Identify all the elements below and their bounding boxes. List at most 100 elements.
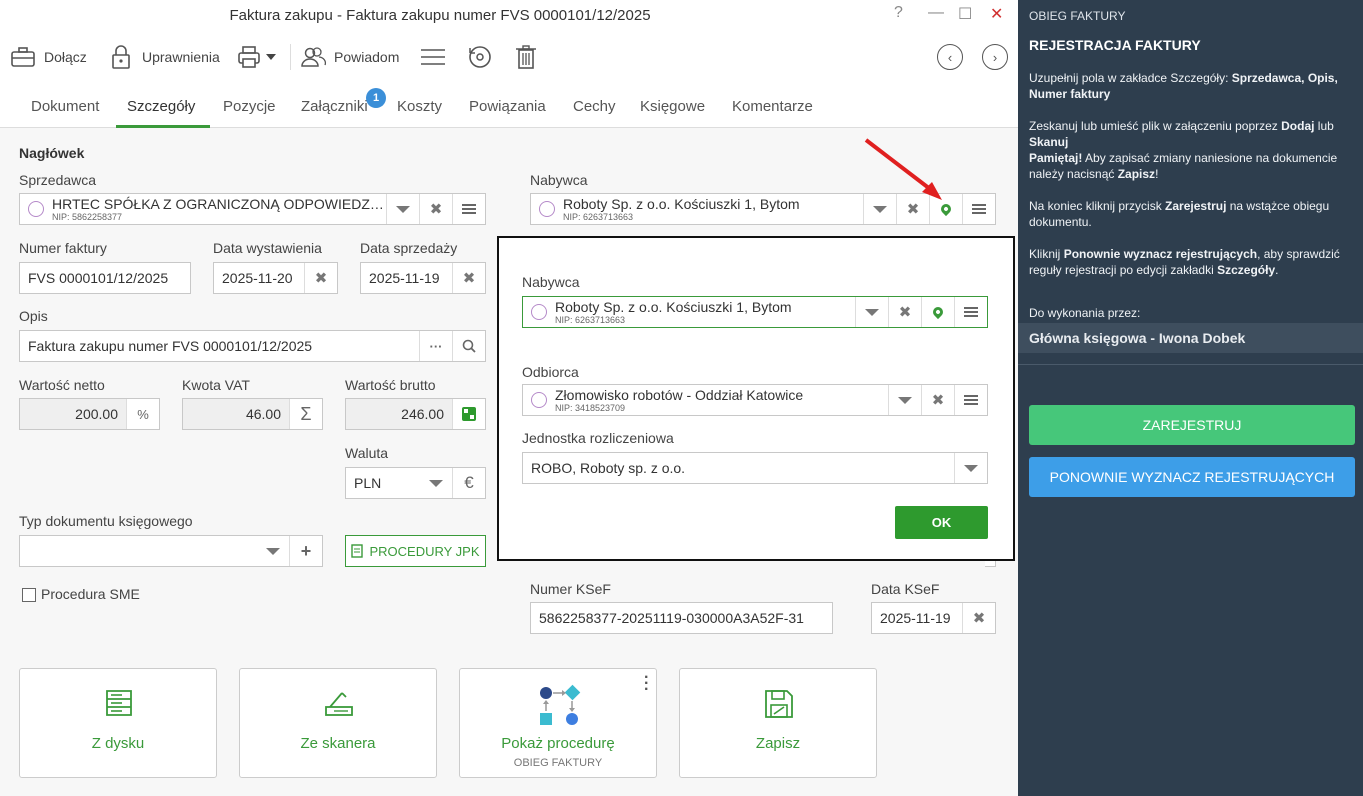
popup-buyer-name: Roboty Sp. z o.o. Kościuszki 1, Bytom [555, 298, 792, 315]
save-card[interactable]: Zapisz [679, 668, 877, 778]
ok-button[interactable]: OK [895, 506, 988, 539]
issue-date-value: 2025-11-20 [222, 270, 293, 286]
instruction-4-reassign: Ponownie wyznacz rejestrujących [1063, 247, 1258, 261]
show-procedure-sublabel: OBIEG FAKTURY [513, 757, 603, 769]
seller-field[interactable]: HRTEC SPÓŁKA Z OGRANICZONĄ ODPOWIEDZIALN… [19, 193, 486, 225]
ksef-date-clear-button[interactable]: ✖ [962, 603, 995, 633]
currency-dropdown-button[interactable] [419, 468, 452, 498]
jpk-procedures-button[interactable]: PROCEDURY JPK [345, 535, 486, 567]
seller-dropdown-button[interactable] [386, 194, 419, 224]
popup-buyer-menu-button[interactable] [954, 297, 987, 327]
net-input[interactable]: 200.00 % [19, 398, 160, 430]
title-bar: Faktura zakupu - Faktura zakupu numer FV… [0, 0, 1018, 32]
seller-clear-button[interactable]: ✖ [419, 194, 452, 224]
menu-icon [964, 307, 978, 317]
from-scanner-card[interactable]: Ze skanera [239, 668, 437, 778]
sale-date-clear-button[interactable]: ✖ [452, 263, 485, 293]
buyer-menu-button[interactable] [962, 194, 995, 224]
recipient-menu-button[interactable] [954, 385, 987, 415]
help-icon[interactable]: ? [894, 4, 903, 22]
menu-button[interactable] [420, 42, 446, 72]
toolbar-divider [290, 44, 291, 70]
gross-input[interactable]: 246.00 [345, 398, 486, 430]
instruction-4-text: Kliknij [1029, 247, 1064, 261]
calculator-button[interactable] [452, 399, 485, 429]
percent-button[interactable]: % [126, 399, 159, 429]
unit-dropdown-button[interactable] [954, 453, 987, 483]
description-input[interactable]: Faktura zakupu numer FVS 0000101/12/2025… [19, 330, 486, 362]
popup-buyer-location-button[interactable] [921, 297, 954, 327]
issue-date-clear-button[interactable]: ✖ [304, 263, 337, 293]
currency-value: PLN [354, 475, 382, 491]
tab-details[interactable]: Szczegóły [127, 98, 195, 115]
seller-menu-button[interactable] [452, 194, 485, 224]
from-disk-label: Z dysku [91, 735, 145, 752]
tab-features[interactable]: Cechy [573, 98, 616, 115]
from-disk-card[interactable]: Z dysku [19, 668, 217, 778]
notify-button[interactable]: Powiadom [300, 42, 399, 72]
chevron-down-icon [266, 54, 276, 60]
invoice-number-input[interactable]: FVS 0000101/12/2025 [19, 262, 191, 294]
delete-button[interactable] [513, 42, 539, 72]
print-button[interactable] [236, 42, 276, 72]
workflow-icon [540, 684, 581, 725]
unit-label: Jednostka rozliczeniowa [522, 430, 674, 446]
clear-icon: ✖ [429, 201, 443, 218]
buyer-label: Nabywca [530, 172, 588, 188]
show-procedure-card[interactable]: · · · Pokaż procedurę OBIEG FAKTURY [459, 668, 657, 778]
popup-buyer-label: Nabywca [522, 274, 580, 290]
exchange-rate-button[interactable]: € [452, 468, 485, 498]
register-button[interactable]: ZAREJESTRUJ [1029, 405, 1355, 445]
tab-document[interactable]: Dokument [31, 98, 99, 115]
unit-select[interactable]: ROBO, Roboty sp. z o.o. [522, 452, 988, 484]
sum-button[interactable]: Σ [289, 399, 322, 429]
location-pin-icon [930, 304, 946, 320]
attach-button[interactable]: Dołącz [10, 42, 87, 72]
popup-buyer-clear-button[interactable]: ✖ [888, 297, 921, 327]
tab-accounting[interactable]: Księgowe [640, 98, 705, 115]
vat-input[interactable]: 46.00 Σ [182, 398, 323, 430]
briefcase-icon [11, 47, 35, 67]
recipient-dropdown-button[interactable] [888, 385, 921, 415]
ksef-number-input[interactable]: 5862258377-20251119-030000A3A52F-31 [530, 602, 833, 634]
sme-checkbox[interactable] [22, 588, 36, 602]
tab-costs[interactable]: Koszty [397, 98, 442, 115]
issue-date-input[interactable]: 2025-11-20 ✖ [213, 262, 338, 294]
attachments-count-badge: 1 [366, 88, 386, 108]
currency-select[interactable]: PLN € [345, 467, 486, 499]
doc-type-select[interactable]: + [19, 535, 323, 567]
recipient-clear-button[interactable]: ✖ [921, 385, 954, 415]
close-icon[interactable]: ✕ [990, 4, 1003, 24]
reassign-registrars-button[interactable]: PONOWNIE WYZNACZ REJESTRUJĄCYCH [1029, 457, 1355, 497]
doc-type-add-button[interactable]: + [289, 536, 322, 566]
from-scanner-label: Ze skanera [300, 735, 376, 752]
previous-icon[interactable]: ‹ [937, 44, 963, 70]
description-search-button[interactable] [452, 331, 485, 361]
sale-date-input[interactable]: 2025-11-19 ✖ [360, 262, 486, 294]
tab-relations[interactable]: Powiązania [469, 98, 546, 115]
scanner-icon [325, 692, 353, 716]
tab-items[interactable]: Pozycje [223, 98, 276, 115]
popup-buyer-field[interactable]: Roboty Sp. z o.o. Kościuszki 1, Bytom NI… [522, 296, 988, 328]
history-button[interactable] [467, 42, 493, 72]
minimize-icon[interactable]: — [928, 4, 944, 22]
maximize-icon[interactable]: ☐ [958, 4, 972, 24]
recipient-label: Odbiorca [522, 364, 579, 380]
tab-attachments[interactable]: Załączniki [301, 98, 368, 115]
popup-buyer-dropdown-button[interactable] [855, 297, 888, 327]
doc-type-dropdown-button[interactable] [256, 536, 289, 566]
description-more-button[interactable]: ··· [419, 331, 452, 361]
next-icon[interactable]: › [982, 44, 1008, 70]
more-vertical-icon[interactable]: · · · [644, 670, 649, 698]
ksef-date-input[interactable]: 2025-11-19 ✖ [871, 602, 996, 634]
doc-type-label: Typ dokumentu księgowego [19, 513, 193, 529]
permissions-button[interactable]: Uprawnienia [108, 42, 220, 72]
sme-label: Procedura SME [41, 586, 140, 602]
red-arrow-annotation [864, 138, 942, 200]
history-icon [469, 46, 491, 68]
tab-comments[interactable]: Komentarze [732, 98, 813, 115]
instruction-1-text: Uzupełnij pola w zakładce Szczegóły: [1029, 71, 1232, 85]
panel-title: OBIEG FAKTURY [1029, 9, 1126, 23]
jpk-procedures-label: PROCEDURY JPK [369, 543, 480, 559]
recipient-field[interactable]: Złomowisko robotów - Oddział Katowice NI… [522, 384, 988, 416]
